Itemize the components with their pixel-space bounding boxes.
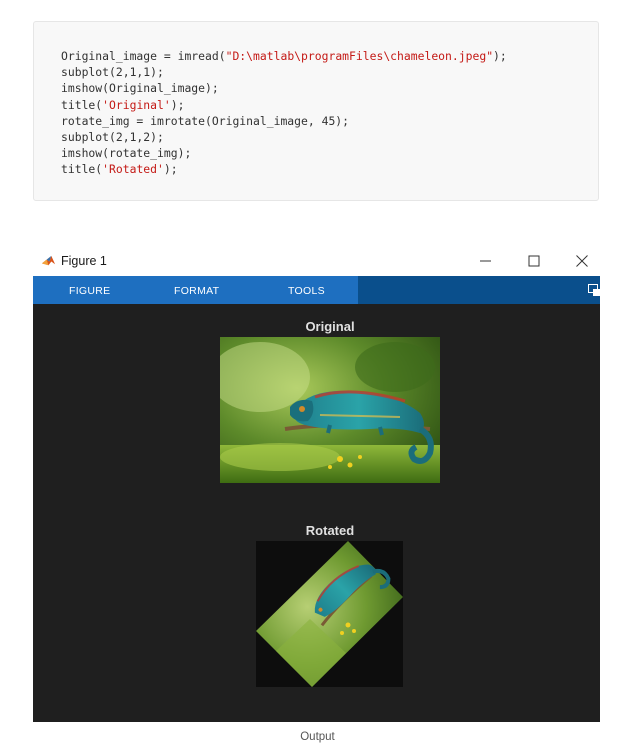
code-token: imshow(Original_image); [61, 81, 219, 96]
code-token: ); [163, 162, 178, 177]
code-string-literal: "D:\matlab\programFiles\chameleon.jpeg" [225, 49, 494, 63]
axes-title-rotated: Rotated [305, 523, 355, 538]
output-caption: Output [300, 731, 335, 743]
code-token: ); [170, 97, 185, 112]
code-token: imshow(rotate_img); [61, 146, 192, 161]
code-line: imshow(rotate_img); [61, 145, 507, 161]
figure-window: Figure 1 FIGURE FORMAT TOOLS Original Ro… [33, 246, 600, 722]
axes-title-original: Original [305, 319, 355, 334]
code-token: subplot(2,1,2); [61, 129, 164, 144]
code-block: Original_image = imread("D:\matlab\progr… [33, 21, 599, 201]
original-image [220, 337, 440, 483]
minimize-icon [480, 260, 491, 262]
tab-format[interactable]: FORMAT [174, 285, 219, 297]
dock-figure-icon[interactable] [588, 284, 600, 296]
code-token: ); [493, 49, 507, 63]
code-token: subplot(2,1,1); [61, 65, 164, 80]
tab-tools[interactable]: TOOLS [288, 285, 325, 297]
code-token: title( [61, 162, 103, 177]
code-token: rotate_img = imrotate(Original_image, 45… [61, 113, 350, 128]
code-lines: Original_image = imread("D:\matlab\progr… [61, 48, 507, 178]
minimize-button[interactable] [471, 250, 501, 272]
code-line: title('Original'); [61, 97, 507, 113]
code-line: rotate_img = imrotate(Original_image, 45… [61, 113, 507, 129]
code-token: title( [61, 97, 103, 112]
close-button[interactable] [567, 250, 597, 272]
code-line: subplot(2,1,1); [61, 64, 507, 80]
code-line: Original_image = imread("D:\matlab\progr… [61, 48, 507, 64]
matlab-logo-icon [41, 253, 56, 268]
code-string-literal: 'Original' [102, 97, 171, 112]
code-string-literal: 'Rotated' [102, 162, 164, 177]
code-line: imshow(Original_image); [61, 80, 507, 96]
toolstrip: FIGURE FORMAT TOOLS [33, 276, 600, 304]
close-icon [576, 255, 588, 267]
title-bar: Figure 1 [33, 246, 600, 276]
code-token: Original_image = imread( [61, 49, 226, 63]
code-line: title('Rotated'); [61, 161, 507, 177]
maximize-button[interactable] [519, 250, 549, 272]
code-line: subplot(2,1,2); [61, 129, 507, 145]
tab-figure[interactable]: FIGURE [69, 285, 110, 297]
window-title: Figure 1 [61, 254, 107, 268]
maximize-icon [528, 255, 540, 267]
rotated-image [256, 541, 403, 687]
toolstrip-tabs: FIGURE FORMAT TOOLS [33, 276, 358, 304]
